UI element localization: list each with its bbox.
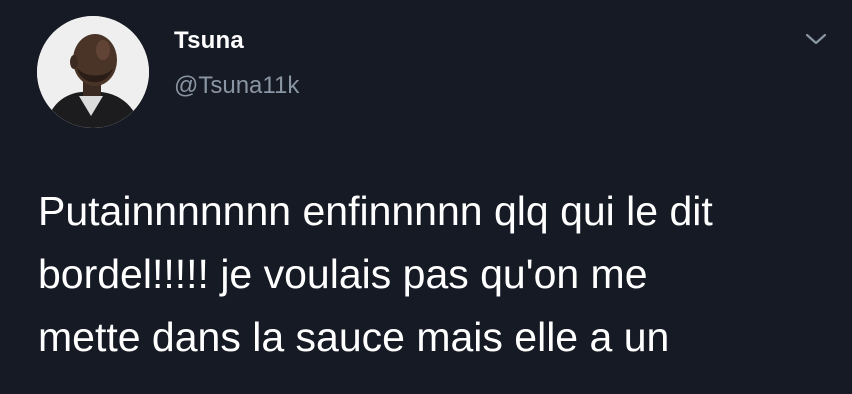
tweet-text: Putainnnnnnn enfinnnnn qlq qui le dit bo… — [38, 180, 838, 369]
tweet-options-button[interactable] — [800, 27, 832, 51]
tweet-text-line: Putainnnnnnn enfinnnnn qlq qui le dit — [38, 188, 713, 234]
tweet-card: Tsuna @Tsuna11k Putainnnnnnn enfinnnnn q… — [0, 0, 852, 394]
author-display-name[interactable]: Tsuna — [174, 27, 244, 55]
author-handle[interactable]: @Tsuna11k — [174, 72, 299, 100]
tweet-text-line: mette dans la sauce mais elle a un — [38, 314, 670, 360]
author-avatar[interactable] — [37, 16, 149, 128]
tweet-text-line: bordel!!!!! je voulais pas qu'on me — [38, 251, 648, 297]
chevron-down-icon — [805, 33, 827, 45]
profile-photo-icon — [37, 16, 149, 128]
